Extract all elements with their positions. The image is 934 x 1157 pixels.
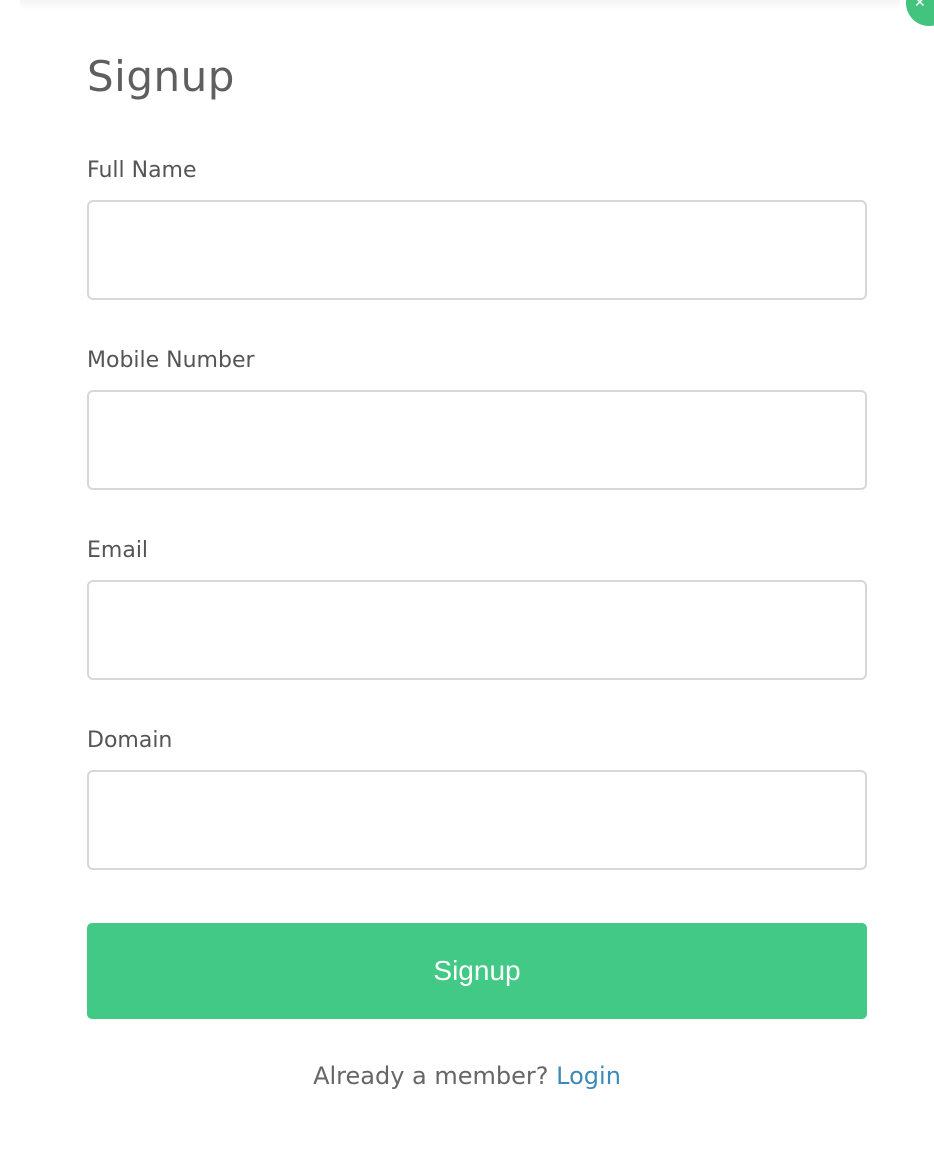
email-label: Email [87,538,149,563]
modal-top-edge [20,0,900,10]
domain-input[interactable] [87,770,867,870]
domain-group: Domain [87,728,867,870]
full-name-group: Full Name [87,158,867,300]
email-input[interactable] [87,580,867,680]
mobile-number-label: Mobile Number [87,348,255,373]
mobile-number-input[interactable] [87,390,867,490]
login-prompt-text: Already a member? [313,1062,557,1090]
domain-label: Domain [87,728,173,753]
full-name-label: Full Name [87,158,197,183]
login-link[interactable]: Login [556,1062,621,1090]
signup-modal: ✕ Signup Full Name Mobile Number Email D… [0,0,934,1157]
close-icon[interactable]: ✕ [906,0,934,26]
mobile-number-group: Mobile Number [87,348,867,490]
signup-button[interactable]: Signup [87,923,867,1019]
email-group: Email [87,538,867,680]
full-name-input[interactable] [87,200,867,300]
page-title: Signup [87,52,235,101]
login-prompt: Already a member? Login [0,1062,934,1090]
